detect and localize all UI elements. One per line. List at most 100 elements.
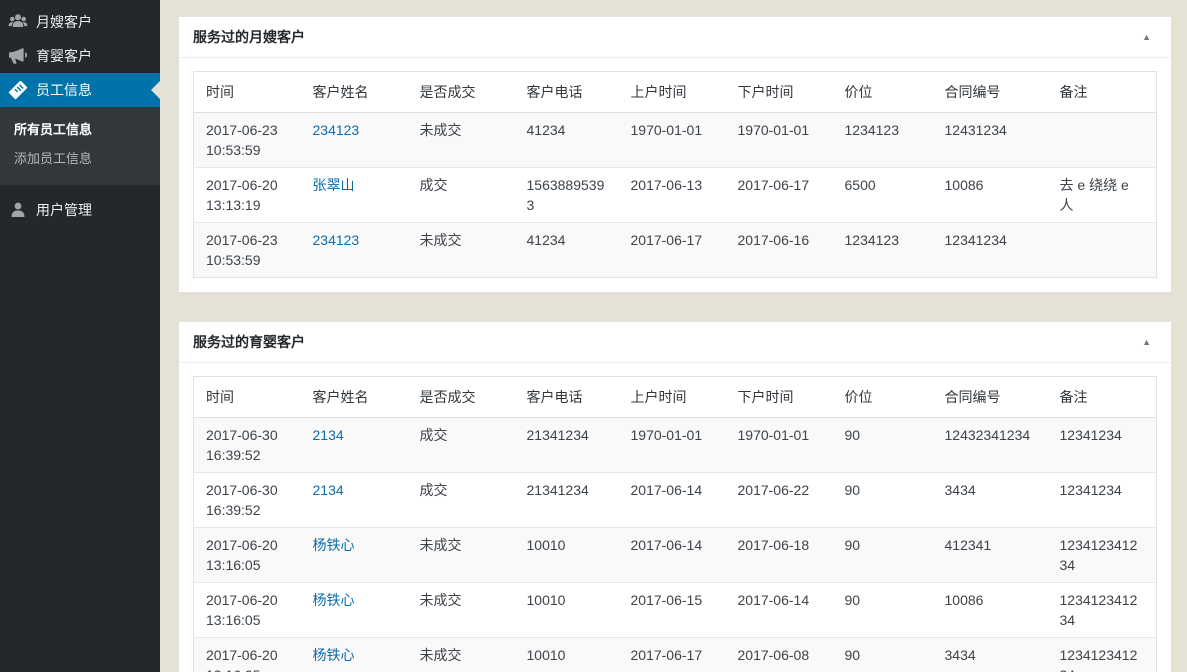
customer-name-link[interactable]: 杨铁心 (313, 537, 355, 553)
table-cell: 90 (833, 528, 933, 583)
table-cell: 杨铁心 (301, 583, 408, 638)
table-cell: 12341234 (933, 223, 1048, 278)
user-icon (0, 200, 36, 220)
submenu-item-all-employee-info[interactable]: 所有员工信息 (0, 115, 160, 144)
table-cell: 2017-06-14 (619, 473, 726, 528)
panel-body: 时间客户姓名是否成交客户电话上户时间下户时间价位合同编号备注 2017-06-2… (179, 58, 1171, 292)
table-cell: 90 (833, 638, 933, 672)
column-header: 时间 (194, 377, 301, 418)
table-cell: 10010 (515, 638, 619, 672)
column-header: 上户时间 (619, 377, 726, 418)
table-cell: 10010 (515, 583, 619, 638)
table-cell: 2017-06-20 13:16:05 (194, 638, 301, 672)
sidebar-item-user-management[interactable]: 用户管理 (0, 193, 160, 227)
table-cell: 2017-06-13 (619, 168, 726, 223)
submenu-item-add-employee-info[interactable]: 添加员工信息 (0, 144, 160, 173)
customer-name-link[interactable]: 234123 (313, 122, 360, 138)
column-header: 备注 (1048, 377, 1157, 418)
table-cell: 15638895393 (515, 168, 619, 223)
employee-info-submenu: 所有员工信息 添加员工信息 (0, 107, 160, 185)
table-cell: 234123 (301, 223, 408, 278)
table-cell: 2017-06-14 (726, 583, 833, 638)
table-cell: 12341234 (1048, 418, 1157, 473)
customer-name-link[interactable]: 2134 (313, 427, 344, 443)
column-header: 下户时间 (726, 72, 833, 113)
sidebar-item-label: 月嫂客户 (36, 12, 92, 32)
table-row: 2017-06-30 16:39:522134成交213412341970-01… (194, 418, 1157, 473)
table-cell: 21341234 (515, 473, 619, 528)
sidebar-item-maternity-customers[interactable]: 月嫂客户 (0, 5, 160, 39)
sidebar-item-employee-info[interactable]: 员工信息 (0, 73, 160, 107)
collapse-toggle-icon[interactable]: ▲ (1136, 29, 1157, 46)
table-row: 2017-06-20 13:16:05杨铁心未成交100102017-06-14… (194, 528, 1157, 583)
customer-name-link[interactable]: 张翠山 (313, 177, 355, 193)
table-row: 2017-06-20 13:16:05杨铁心未成交100102017-06-15… (194, 583, 1157, 638)
table-cell: 41234 (515, 223, 619, 278)
table-cell: 2017-06-17 (619, 638, 726, 672)
table-cell: 去 e 绕绕 e 人 (1048, 168, 1157, 223)
table-cell: 90 (833, 418, 933, 473)
table-cell: 杨铁心 (301, 528, 408, 583)
write-note-icon (0, 80, 36, 100)
table-cell: 成交 (408, 473, 515, 528)
table-cell: 123412341234 (1048, 528, 1157, 583)
table-cell: 2017-06-17 (619, 223, 726, 278)
sidebar-item-label: 员工信息 (36, 80, 92, 100)
table-cell: 90 (833, 473, 933, 528)
table-cell: 1970-01-01 (619, 113, 726, 168)
table-cell: 未成交 (408, 583, 515, 638)
sidebar-item-childcare-customers[interactable]: 育婴客户 (0, 39, 160, 73)
table-cell: 1234123 (833, 113, 933, 168)
column-header: 下户时间 (726, 377, 833, 418)
admin-sidebar: 月嫂客户 育婴客户 员工信息 所有员工信息 添加员工信息 (0, 0, 160, 672)
column-header: 时间 (194, 72, 301, 113)
table-cell: 2017-06-30 16:39:52 (194, 473, 301, 528)
table-cell: 2134 (301, 473, 408, 528)
column-header: 是否成交 (408, 377, 515, 418)
column-header: 合同编号 (933, 72, 1048, 113)
table-cell: 2017-06-14 (619, 528, 726, 583)
customer-name-link[interactable]: 234123 (313, 232, 360, 248)
column-header: 客户电话 (515, 377, 619, 418)
table-cell: 12432341234 (933, 418, 1048, 473)
customer-name-link[interactable]: 2134 (313, 482, 344, 498)
table-cell: 123412341234 (1048, 638, 1157, 672)
childcare-customers-table: 时间客户姓名是否成交客户电话上户时间下户时间价位合同编号备注 2017-06-3… (193, 376, 1157, 672)
panel-body: 时间客户姓名是否成交客户电话上户时间下户时间价位合同编号备注 2017-06-3… (179, 363, 1171, 672)
table-cell: 12341234 (1048, 473, 1157, 528)
table-cell: 10086 (933, 583, 1048, 638)
table-cell: 杨铁心 (301, 638, 408, 672)
table-cell: 未成交 (408, 528, 515, 583)
sidebar-item-label: 用户管理 (36, 200, 92, 220)
table-cell: 2017-06-20 13:16:05 (194, 528, 301, 583)
table-header-row: 时间客户姓名是否成交客户电话上户时间下户时间价位合同编号备注 (194, 72, 1157, 113)
table-cell: 2134 (301, 418, 408, 473)
column-header: 客户姓名 (301, 377, 408, 418)
customer-name-link[interactable]: 杨铁心 (313, 647, 355, 663)
table-row: 2017-06-30 16:39:52 2134 成交213412342017-06… (194, 473, 1157, 528)
sidebar-item-label: 育婴客户 (36, 46, 92, 66)
column-header: 上户时间 (619, 72, 726, 113)
collapse-toggle-icon[interactable]: ▲ (1136, 334, 1157, 351)
table-cell: 2017-06-20 13:13:19 (194, 168, 301, 223)
table-cell: 2017-06-30 16:39:52 (194, 418, 301, 473)
panel-title: 服务过的月嫂客户 (193, 27, 305, 47)
table-cell: 张翠山 (301, 168, 408, 223)
table-cell: 2017-06-23 10:53:59 (194, 223, 301, 278)
table-cell (1048, 223, 1157, 278)
table-cell: 未成交 (408, 638, 515, 672)
table-cell: 成交 (408, 168, 515, 223)
panel-maternity-customers-served: 服务过的月嫂客户 ▲ 时间客户姓名是否成交客户电话上户时间下户时间价位合同编号备… (178, 16, 1172, 293)
groups-icon (0, 12, 36, 32)
customer-name-link[interactable]: 杨铁心 (313, 592, 355, 608)
table-row: 2017-06-23 10:53:59234123未成交412341970-01… (194, 113, 1157, 168)
column-header: 客户姓名 (301, 72, 408, 113)
table-cell: 1970-01-01 (726, 113, 833, 168)
column-header: 合同编号 (933, 377, 1048, 418)
column-header: 备注 (1048, 72, 1157, 113)
main-content: 服务过的月嫂客户 ▲ 时间客户姓名是否成交客户电话上户时间下户时间价位合同编号备… (160, 0, 1187, 672)
megaphone-icon (0, 46, 36, 66)
table-cell: 3434 (933, 473, 1048, 528)
table-cell: 90 (833, 583, 933, 638)
column-header: 是否成交 (408, 72, 515, 113)
